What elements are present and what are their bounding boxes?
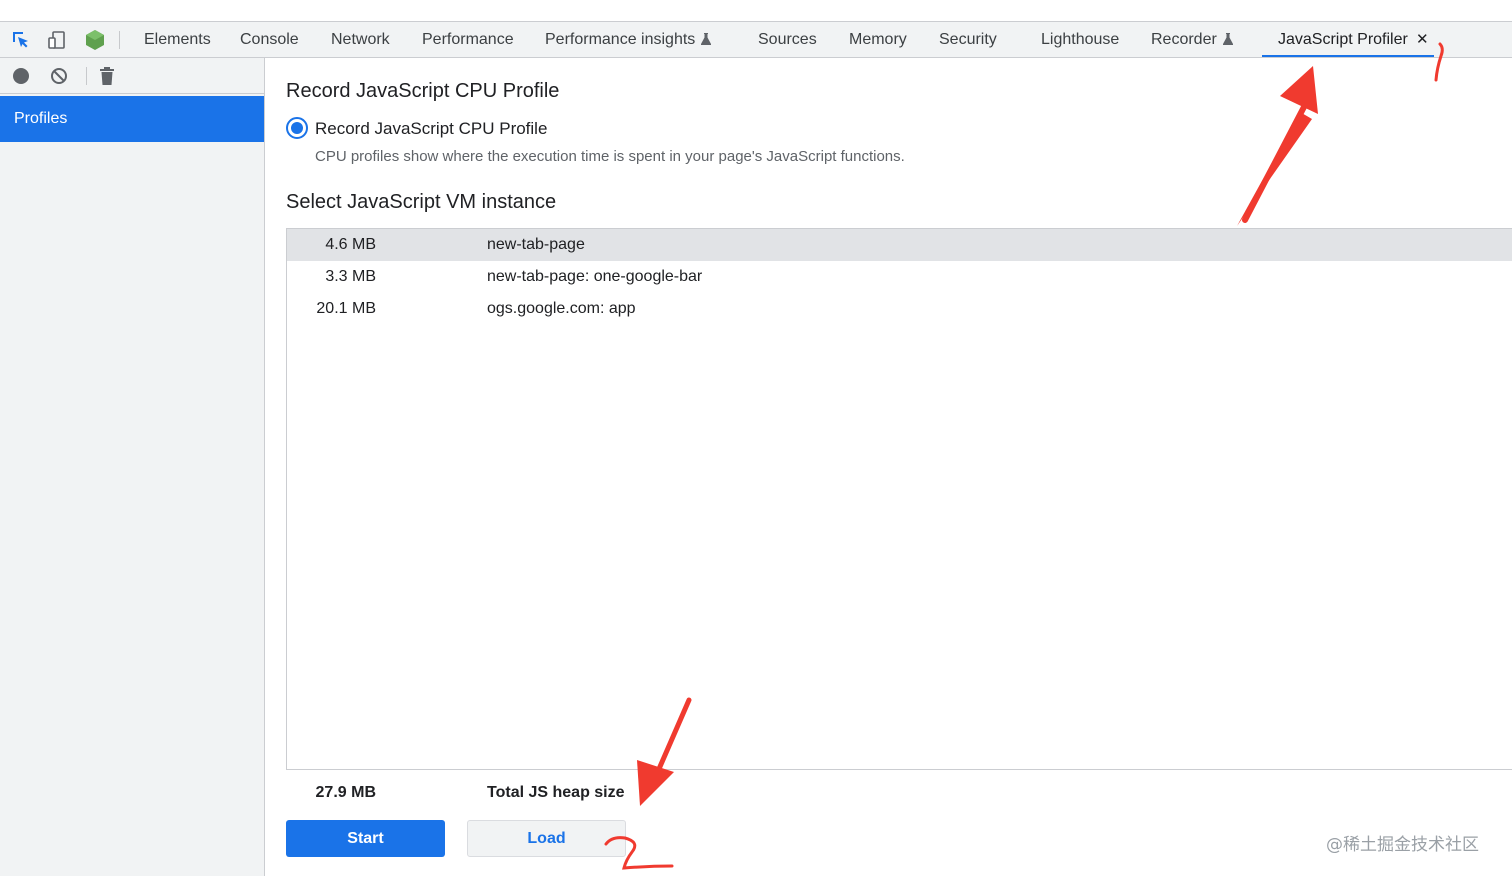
radio-checked-dot bbox=[291, 122, 303, 134]
sidebar-toolbar-divider bbox=[86, 67, 87, 85]
sidebar-toolbar bbox=[0, 58, 264, 94]
total-heap-size-value: 27.9 MB bbox=[315, 784, 376, 801]
vm-instance-row[interactable]: 20.1 MB ogs.google.com: app bbox=[287, 293, 1512, 325]
tab-javascript-profiler[interactable]: JavaScript Profiler bbox=[1278, 22, 1408, 58]
record-cpu-profile-radio[interactable] bbox=[286, 117, 308, 139]
record-cpu-profile-label[interactable]: Record JavaScript CPU Profile bbox=[315, 119, 547, 139]
section-title: Record JavaScript CPU Profile bbox=[286, 80, 560, 102]
tab-recorder-label: Recorder bbox=[1151, 31, 1217, 48]
record-icon[interactable] bbox=[10, 65, 32, 87]
tab-performance-insights-label: Performance insights bbox=[545, 31, 696, 48]
load-button[interactable]: Load bbox=[467, 820, 626, 857]
tab-elements[interactable]: Elements bbox=[144, 22, 211, 58]
vm-heap-size: 4.6 MB bbox=[325, 236, 376, 253]
tab-network[interactable]: Network bbox=[331, 22, 390, 58]
toolbar-divider bbox=[119, 31, 120, 49]
tab-performance[interactable]: Performance bbox=[422, 22, 514, 58]
start-button[interactable]: Start bbox=[286, 820, 445, 857]
devtools-tab-bar: Elements Console Network Performance Per… bbox=[0, 22, 1512, 58]
profiler-main-panel: Record JavaScript CPU Profile Record Jav… bbox=[265, 58, 1512, 876]
vm-instance-name: new-tab-page bbox=[487, 236, 585, 253]
flask-icon bbox=[1222, 33, 1233, 45]
node-js-icon[interactable] bbox=[84, 29, 106, 51]
vm-instance-name: ogs.google.com: app bbox=[487, 300, 636, 317]
total-heap-size-label: Total JS heap size bbox=[487, 784, 625, 801]
tab-recorder[interactable]: Recorder bbox=[1151, 22, 1233, 58]
watermark-text: @稀土掘金技术社区 bbox=[1326, 835, 1479, 855]
clear-icon[interactable] bbox=[48, 65, 70, 87]
tab-console[interactable]: Console bbox=[240, 22, 299, 58]
vm-instance-row[interactable]: 3.3 MB new-tab-page: one-google-bar bbox=[287, 261, 1512, 293]
sidebar-item-profiles[interactable]: Profiles bbox=[0, 96, 264, 142]
tab-sources[interactable]: Sources bbox=[758, 22, 817, 58]
profile-description: CPU profiles show where the execution ti… bbox=[315, 148, 905, 165]
inspect-element-icon[interactable] bbox=[10, 29, 32, 51]
tab-memory[interactable]: Memory bbox=[849, 22, 907, 58]
vm-instance-title: Select JavaScript VM instance bbox=[286, 191, 557, 213]
close-tab-icon[interactable]: ✕ bbox=[1416, 22, 1429, 58]
vm-instance-name: new-tab-page: one-google-bar bbox=[487, 268, 703, 285]
flask-icon bbox=[701, 33, 712, 45]
tab-lighthouse[interactable]: Lighthouse bbox=[1041, 22, 1119, 58]
vm-instance-list: 4.6 MB new-tab-page 3.3 MB new-tab-page:… bbox=[286, 228, 1512, 770]
profiles-sidebar: Profiles bbox=[0, 58, 265, 876]
window-top-strip bbox=[0, 0, 1512, 22]
vm-heap-size: 20.1 MB bbox=[316, 300, 376, 317]
device-toolbar-icon[interactable] bbox=[46, 29, 68, 51]
vm-instance-row[interactable]: 4.6 MB new-tab-page bbox=[287, 229, 1512, 261]
devtools-window: Elements Console Network Performance Per… bbox=[0, 0, 1512, 876]
active-tab-indicator bbox=[1262, 55, 1434, 57]
delete-icon[interactable] bbox=[96, 65, 118, 87]
tab-security[interactable]: Security bbox=[939, 22, 997, 58]
vm-heap-size: 3.3 MB bbox=[325, 268, 376, 285]
tab-performance-insights[interactable]: Performance insights bbox=[545, 22, 712, 58]
